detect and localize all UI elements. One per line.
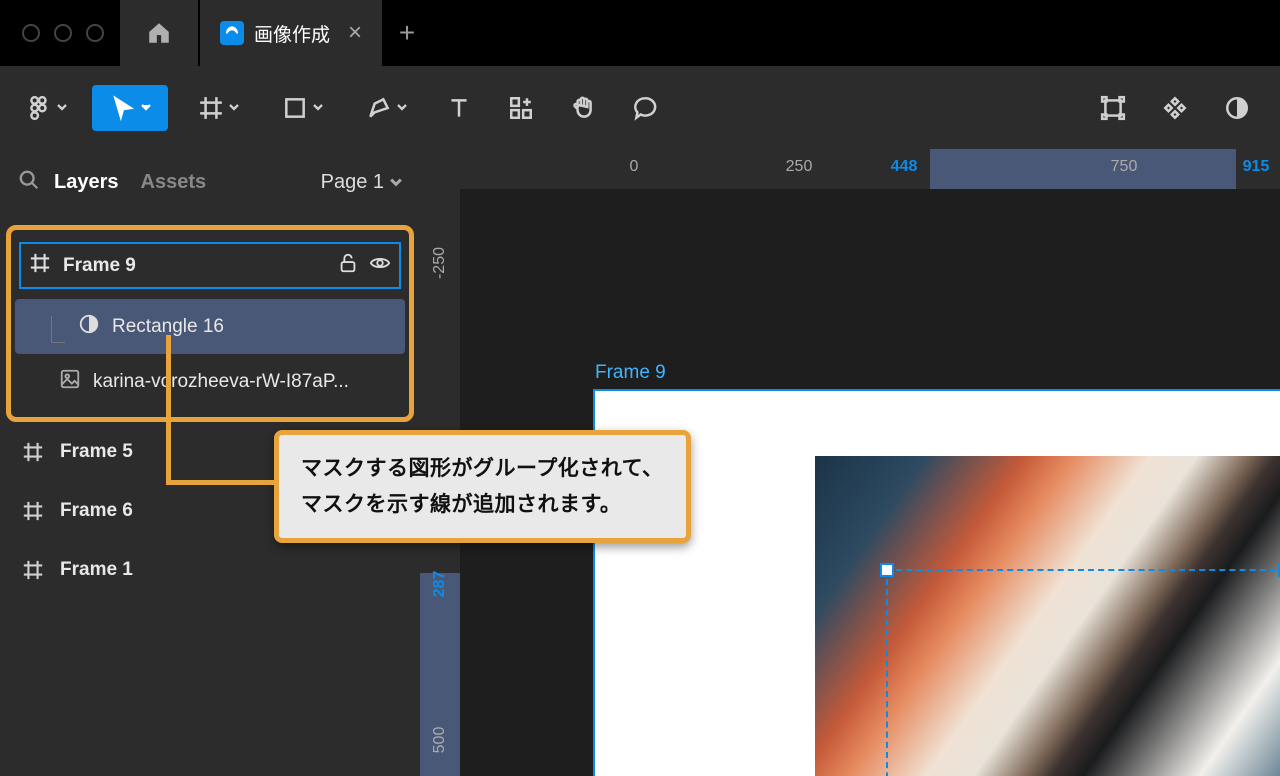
frame-icon [22,559,44,581]
close-tab-button[interactable]: × [348,19,362,47]
main-menu-button[interactable] [16,85,76,131]
maximize-window-button[interactable] [86,24,104,42]
comment-tool[interactable] [622,85,668,131]
tab-assets[interactable]: Assets [141,171,207,194]
chevron-down-icon [229,102,239,112]
search-button[interactable] [18,169,40,196]
pen-icon [366,95,392,121]
image-icon [59,368,81,396]
resources-icon [508,95,534,121]
layer-row-frame9[interactable]: Frame 9 [15,238,405,293]
frame-icon [22,441,44,463]
close-window-button[interactable] [22,24,40,42]
figma-logo-icon [26,95,52,121]
component-button[interactable] [1152,85,1198,131]
panel-header: Layers Assets Page 1 [0,149,420,215]
layer-name: Frame 9 [63,255,325,277]
frame-icon [29,252,51,280]
file-tab-label: 画像作成 [254,20,330,47]
layer-row-frame1[interactable]: Frame 1 [0,540,420,599]
ruler-tick: 500 [431,727,449,754]
ruler-tick: 915 [1243,158,1270,176]
mask-icon [78,313,100,341]
eye-icon [369,252,391,274]
mask-child-indicator [51,316,65,343]
tab-layers[interactable]: Layers [54,171,119,194]
chevron-down-icon [313,102,323,112]
ruler-tick: 448 [891,158,918,176]
hand-tool[interactable] [560,85,606,131]
layer-name: Frame 6 [60,500,133,522]
comment-icon [632,95,658,121]
ruler-corner [420,149,460,189]
visibility-button[interactable] [369,252,391,280]
ruler-h-selection [930,149,1236,189]
ruler-tick: 250 [786,158,813,176]
callout-line1: マスクする図形がグループ化されて、 [301,451,664,487]
dev-mode-button[interactable] [1090,85,1136,131]
home-icon [146,20,172,46]
minimize-window-button[interactable] [54,24,72,42]
selection-box[interactable] [886,569,1280,776]
rectangle-icon [282,95,308,121]
chevron-down-icon [57,102,67,112]
search-icon [18,169,40,191]
frame-icon [22,500,44,522]
component-icon [1162,95,1188,121]
callout-box: マスクする図形がグループ化されて、 マスクを示す線が追加されます。 [274,430,691,543]
file-type-icon [220,21,244,45]
unlock-icon [337,252,359,274]
ruler-tick: 0 [630,158,639,176]
title-bar: 画像作成 × + [0,0,1280,66]
add-tab-button[interactable]: + [382,0,432,66]
home-tab[interactable] [120,0,198,66]
chevron-down-icon [390,176,402,188]
layer-name: Frame 5 [60,441,133,463]
move-tool[interactable] [92,85,168,131]
file-tab[interactable]: 画像作成 × [200,0,382,66]
mask-icon [1224,95,1250,121]
resources-tool[interactable] [498,85,544,131]
toolbar [0,66,1280,149]
hand-icon [570,95,596,121]
shape-tool[interactable] [268,85,336,131]
text-tool[interactable] [436,85,482,131]
frame-icon [198,95,224,121]
page-selector[interactable]: Page 1 [321,171,402,194]
ruler-tick: -250 [431,247,449,279]
annotation-callout: マスクする図形がグループ化されて、 マスクを示す線が追加されます。 [274,430,691,543]
bounding-box-icon [1100,95,1126,121]
pen-tool[interactable] [352,85,420,131]
chevron-down-icon [141,102,151,112]
chevron-down-icon [397,102,407,112]
window-controls[interactable] [22,24,104,42]
mask-button[interactable] [1214,85,1260,131]
canvas-frame-label[interactable]: Frame 9 [595,362,666,384]
ruler-tick: 750 [1111,158,1138,176]
lock-button[interactable] [337,252,359,280]
layer-name: Frame 1 [60,559,133,581]
selection-handle-nw[interactable] [880,563,894,577]
callout-leader-line [166,335,279,485]
ruler-horizontal[interactable]: 0 250 448 750 915 [460,149,1280,189]
frame-tool[interactable] [184,85,252,131]
ruler-tick: 287 [431,571,449,598]
page-selector-label: Page 1 [321,171,384,194]
cursor-icon [110,95,136,121]
text-icon [446,95,472,121]
callout-line2: マスクを示す線が追加されます。 [301,487,664,523]
